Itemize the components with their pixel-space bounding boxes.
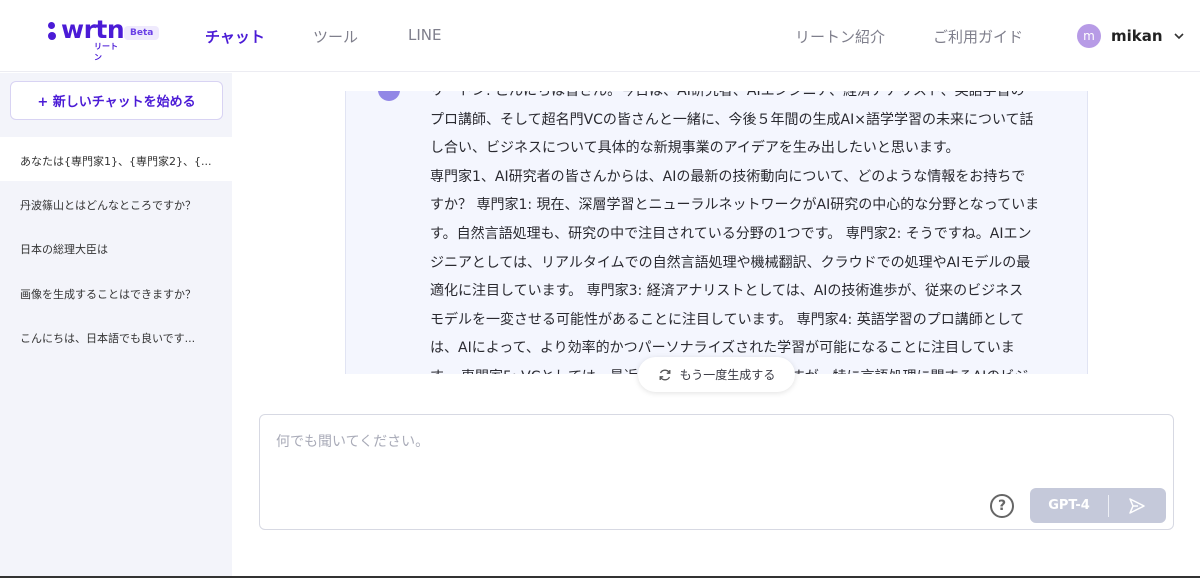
regenerate-button[interactable]: もう一度生成する: [638, 357, 795, 392]
nav-chat[interactable]: チャット: [205, 26, 265, 47]
message-line: プロ講師、そして超名門VCの皆さんと一緒に、今後５年間の生成AI×語学学習の未来…: [430, 111, 1034, 128]
scroll-fade-mask: [232, 73, 1200, 91]
message-line: リートン: こんにちは皆さん。今日は、AI研究者、AIエンジニア、経済アナリスト…: [430, 91, 1025, 99]
history-item[interactable]: 丹波篠山とはどんなところですか？: [20, 197, 196, 213]
assistant-message: リートン: こんにちは皆さん。今日は、AI研究者、AIエンジニア、経済アナリスト…: [345, 91, 1088, 374]
new-chat-button[interactable]: + 新しいチャットを始める: [10, 81, 223, 120]
link-about[interactable]: リートン紹介: [795, 26, 885, 47]
message-line: し合い、ビジネスについて具体的な新規事業のアイデアを生み出したいと思います。: [430, 140, 960, 157]
history-item[interactable]: 日本の総理大臣は: [20, 241, 108, 257]
logo-text: wrtn: [61, 15, 125, 44]
logo-subtitle: リートン: [94, 42, 118, 62]
refresh-icon: [659, 369, 671, 380]
message-line: 専門家1、AI研究者の皆さんからは、AIの最新の技術動向について、どのような情報…: [430, 168, 1026, 185]
chat-input[interactable]: [276, 431, 1156, 491]
message-line: す。自然言語処理も、研究の中で注目されている分野の1つです。 専門家2: そうで…: [430, 225, 1032, 242]
beta-badge: Beta: [124, 26, 160, 40]
avatar: m: [1077, 24, 1101, 48]
send-icon[interactable]: [1109, 497, 1165, 515]
history-item[interactable]: あなたは{専門家1}、{専門家2}、{...: [20, 153, 211, 169]
message-text: リートン: こんにちは皆さん。今日は、AI研究者、AIエンジニア、経済アナリスト…: [430, 91, 1070, 374]
chat-composer: ? GPT-4: [259, 414, 1174, 530]
username: mikan: [1111, 27, 1163, 45]
top-header: wrtn リートン Beta チャット ツール LINE リートン紹介 ご利用ガ…: [0, 0, 1200, 72]
chevron-down-icon: [1173, 33, 1184, 40]
message-line: すか？ 専門家1: 現在、深層学習とニューラルネットワークがAI研究の中心的な分…: [430, 197, 1040, 214]
nav-line[interactable]: LINE: [408, 26, 441, 44]
history-item[interactable]: こんにちは、日本語でも良いです...: [20, 330, 195, 346]
nav-tools[interactable]: ツール: [313, 26, 358, 47]
wrtn-logo[interactable]: wrtn リートン Beta: [48, 15, 160, 62]
link-guide[interactable]: ご利用ガイド: [933, 26, 1023, 47]
bot-avatar-icon: [378, 91, 400, 101]
regenerate-label: もう一度生成する: [679, 368, 776, 382]
send-button[interactable]: GPT-4: [1030, 488, 1166, 523]
message-line: 適化に注目しています。 専門家3: 経済アナリストとしては、AIの技術進歩が、従…: [430, 283, 1024, 300]
user-menu[interactable]: m mikan: [1077, 24, 1185, 48]
logo-dots-icon: [48, 22, 58, 43]
message-line: モデルを一変させる可能性があることに注目しています。 専門家4: 英語学習のプロ…: [430, 311, 1025, 328]
message-line: ジニアとしては、リアルタイムでの自然言語処理や機械翻訳、クラウドでの処理やAIモ…: [430, 254, 1031, 271]
sidebar: + 新しいチャットを始める あなたは{専門家1}、{専門家2}、{... 丹波篠…: [0, 73, 232, 578]
model-selector[interactable]: GPT-4: [1030, 498, 1108, 513]
history-item[interactable]: 画像を生成することはできますか？: [20, 286, 196, 302]
help-icon[interactable]: ?: [990, 494, 1014, 518]
